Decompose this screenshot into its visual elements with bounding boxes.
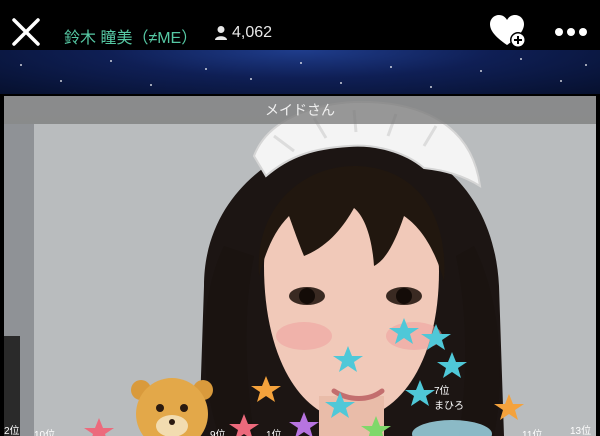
starry-banner [0,50,600,94]
rank-user: まひろ [434,401,464,412]
user-icon [215,26,227,40]
more-button[interactable] [553,25,589,39]
viewer-count-value: 4,062 [232,24,273,41]
video-stage[interactable]: メイドさん 7位 まひろ 2位 10位 9位 1位 11位 13位 [4,96,596,436]
viewer-count: 4,062 [214,24,272,42]
broadcaster-video [4,100,596,436]
more-icon [555,28,587,36]
close-button[interactable] [10,16,42,48]
bottom-rank: 1位 [266,430,282,436]
bottom-rank: 11位 [522,430,543,436]
bottom-rank: 9位 [210,430,226,436]
bottom-rank: 10位 [34,430,56,436]
close-icon [12,18,40,46]
heart-plus-icon [490,15,526,48]
stream-caption: メイドさん [4,96,596,124]
follow-button[interactable] [489,14,529,50]
broadcaster-name: 鈴木 瞳美（≠ME） [64,30,198,47]
rank-value: 7位 [434,386,450,397]
bottom-rank: 13位 [570,426,592,436]
bottom-rank: 2位 [4,426,20,436]
rank-label: 7位 まひろ [434,382,464,412]
